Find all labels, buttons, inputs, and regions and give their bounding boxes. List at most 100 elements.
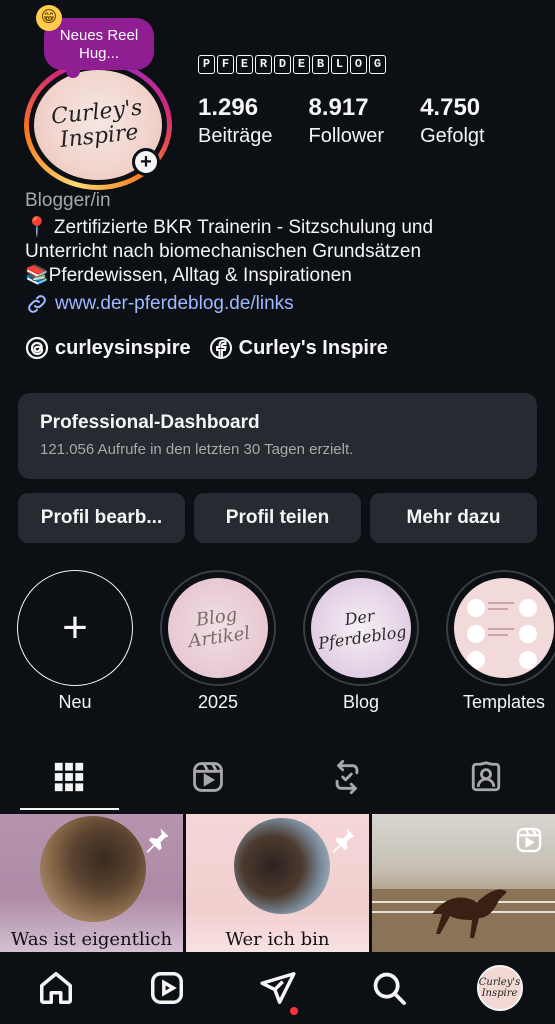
link-icon bbox=[28, 295, 46, 313]
nav-search[interactable] bbox=[333, 969, 444, 1007]
profile-bio: 📍 Zertifizierte BKR Trainerin - Sitzschu… bbox=[25, 216, 545, 288]
tab-grid[interactable] bbox=[0, 742, 139, 812]
reels-icon bbox=[150, 972, 183, 1004]
threads-icon bbox=[25, 336, 49, 360]
profile-actions: Profil bearb... Profil teilen Mehr dazu bbox=[18, 493, 537, 543]
highlight-label: Blog bbox=[342, 692, 380, 712]
profile-avatar-icon: Curley's Inspire bbox=[476, 965, 523, 1011]
profile-stats: 1.296 Beiträge 8.917 Follower 4.750 Gefo… bbox=[198, 94, 521, 150]
highlight-new[interactable]: + Neu bbox=[17, 570, 133, 713]
pin-icon bbox=[146, 828, 169, 853]
post-caption: Was ist eigentlich bbox=[10, 929, 173, 950]
dashboard-title: Professional-Dashboard bbox=[40, 412, 260, 433]
more-button[interactable]: Mehr dazu bbox=[370, 493, 537, 543]
username-letter: R bbox=[255, 55, 272, 74]
pin-icon bbox=[332, 828, 355, 853]
nav-profile[interactable]: Curley's Inspire bbox=[444, 965, 555, 1011]
highlight-circle bbox=[446, 570, 555, 686]
highlight-circle: + bbox=[17, 570, 133, 686]
username-letter: P bbox=[198, 55, 215, 74]
highlight-cover bbox=[454, 578, 554, 678]
highlight-label: Templates bbox=[462, 692, 546, 712]
stat-value: 1.296 bbox=[198, 94, 259, 121]
stat-followers[interactable]: 8.917 Follower bbox=[309, 94, 385, 150]
plus-icon: + bbox=[62, 603, 88, 652]
post-tile[interactable] bbox=[372, 814, 555, 952]
link-text[interactable]: www.der-pferdeblog.de/links bbox=[55, 293, 294, 315]
home-icon bbox=[39, 972, 72, 1004]
profile-link[interactable]: www.der-pferdeblog.de/links bbox=[25, 292, 294, 316]
facebook-link[interactable]: Curley's Inspire bbox=[209, 336, 388, 360]
notification-dot bbox=[290, 1007, 298, 1015]
nav-home[interactable] bbox=[0, 969, 111, 1007]
share-profile-button[interactable]: Profil teilen bbox=[194, 493, 361, 543]
facebook-icon bbox=[209, 337, 232, 359]
username-letter: O bbox=[350, 55, 367, 74]
username-letter: E bbox=[293, 55, 310, 74]
threads-handle: curleysinspire bbox=[55, 336, 191, 359]
username-letter: B bbox=[312, 55, 329, 74]
send-icon bbox=[259, 972, 296, 1004]
profile-avatar[interactable]: Curley's Inspire + bbox=[24, 60, 172, 190]
post-tile[interactable]: Wer ich bin bbox=[186, 814, 369, 952]
tab-tagged[interactable] bbox=[416, 742, 555, 812]
username-letter: F bbox=[217, 55, 234, 74]
username-letter: E bbox=[236, 55, 253, 74]
grid-icon bbox=[55, 762, 84, 792]
stat-label: Gefolgt bbox=[420, 125, 485, 147]
stat-posts[interactable]: 1.296 Beiträge bbox=[198, 94, 273, 150]
profile-category: Blogger/in bbox=[25, 190, 111, 211]
nav-messages[interactable] bbox=[222, 969, 333, 1015]
note-emoji: 😁 bbox=[36, 5, 62, 31]
social-links: curleysinspire Curley's Inspire bbox=[25, 336, 388, 360]
highlight-blog[interactable]: Der Pferdeblog Blog bbox=[303, 570, 419, 713]
username-letter: D bbox=[274, 55, 291, 74]
threads-link[interactable]: curleysinspire bbox=[25, 336, 191, 360]
bio-line: 📍 Zertifizierte BKR Trainerin - Sitzschu… bbox=[25, 217, 434, 238]
stat-label: Follower bbox=[308, 125, 385, 147]
highlight-label: Neu bbox=[58, 692, 92, 712]
templates-preview-icon bbox=[467, 599, 537, 669]
repost-icon bbox=[335, 760, 359, 794]
highlight-2025[interactable]: Blog Artikel 2025 bbox=[160, 570, 276, 713]
reels-icon bbox=[193, 762, 223, 792]
highlight-cover: Blog Artikel bbox=[168, 578, 268, 678]
post-tile[interactable]: Was ist eigentlich bbox=[0, 814, 183, 952]
tab-reposts[interactable] bbox=[278, 742, 417, 812]
posts-grid: Was ist eigentlich Wer ich bin bbox=[0, 814, 555, 952]
professional-dashboard-card[interactable]: Professional-Dashboard 121.056 Aufrufe i… bbox=[18, 393, 537, 479]
bio-line: 📚Pferdewissen, Alltag & Inspirationen bbox=[25, 265, 352, 286]
stat-value: 8.917 bbox=[308, 94, 369, 121]
stat-following[interactable]: 4.750 Gefolgt bbox=[420, 94, 484, 150]
profile-tabs bbox=[0, 742, 555, 812]
highlight-circle: Der Pferdeblog bbox=[303, 570, 419, 686]
dashboard-subtitle: 121.056 Aufrufe in den letzten 30 Tagen … bbox=[40, 441, 354, 458]
highlight-label: 2025 bbox=[197, 692, 239, 712]
reel-icon bbox=[516, 827, 542, 853]
stat-value: 4.750 bbox=[420, 94, 481, 121]
post-caption: Wer ich bin bbox=[225, 929, 330, 950]
edit-profile-button[interactable]: Profil bearb... bbox=[18, 493, 185, 543]
facebook-name: Curley's Inspire bbox=[238, 336, 388, 359]
username-letter: L bbox=[331, 55, 348, 74]
username-badge: PFERDEBLOG bbox=[198, 55, 386, 74]
stat-label: Beiträge bbox=[198, 125, 273, 147]
highlight-cover-text: Der Pferdeblog bbox=[317, 606, 408, 653]
post-photo bbox=[40, 816, 146, 922]
username-letter: G bbox=[369, 55, 386, 74]
nav-reels[interactable] bbox=[111, 969, 222, 1007]
highlight-cover-text: Blog Artikel bbox=[187, 604, 252, 653]
profile-note[interactable]: Neues Reel Hug... bbox=[44, 18, 154, 78]
highlight-circle: Blog Artikel bbox=[160, 570, 276, 686]
search-icon bbox=[373, 972, 406, 1005]
tab-reels[interactable] bbox=[139, 742, 278, 812]
post-photo bbox=[234, 818, 330, 914]
plus-icon: + bbox=[135, 151, 157, 173]
bio-line: Unterricht nach biomechanischen Grundsät… bbox=[25, 241, 422, 262]
story-highlights: + Neu Blog Artikel 2025 Der Pferdeblog B… bbox=[0, 570, 555, 713]
highlight-templates[interactable]: Templates bbox=[446, 570, 555, 713]
avatar-logo-text: Curley's Inspire bbox=[49, 95, 144, 153]
add-story-button[interactable]: + bbox=[132, 148, 160, 176]
tagged-icon bbox=[471, 761, 500, 792]
highlight-cover: Der Pferdeblog bbox=[311, 578, 411, 678]
